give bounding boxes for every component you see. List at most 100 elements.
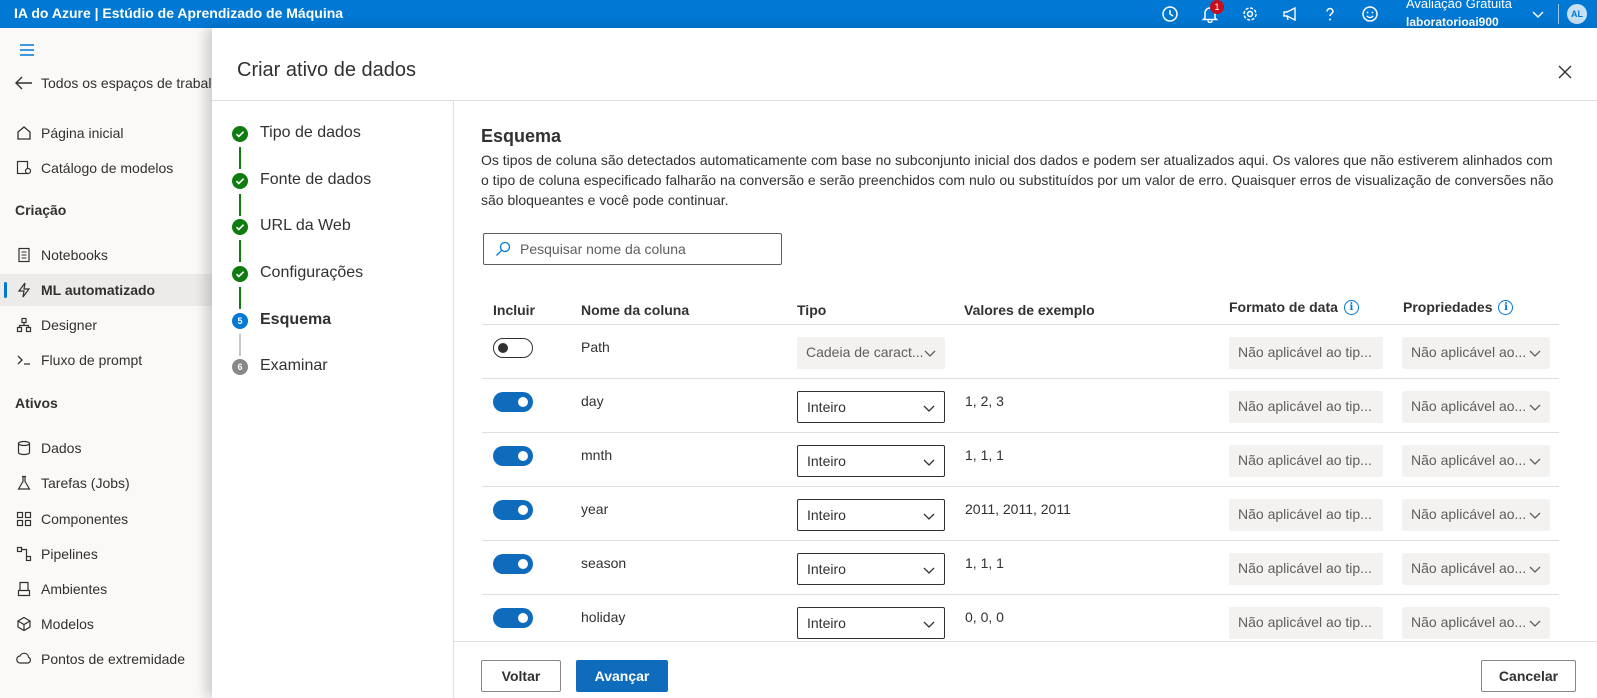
properties-dropdown: Não aplicável ao... (1402, 391, 1550, 423)
schema-title: Esquema (481, 126, 562, 146)
home-icon (15, 124, 33, 142)
step-number: 6 (232, 359, 248, 375)
sample-values: 2011, 2011, 2011 (965, 501, 1071, 517)
info-icon[interactable]: i (1498, 299, 1514, 315)
account-workspace[interactable]: laboratorioai900 (1406, 15, 1499, 29)
properties-value: Não aplicável ao... (1411, 506, 1527, 522)
notification-badge: 1 (1210, 0, 1224, 14)
divider (1558, 4, 1559, 24)
left-nav: Todos os espaços de trabal Página inicia… (0, 28, 212, 698)
nav-item-prompt-flow[interactable]: Fluxo de prompt (0, 344, 212, 376)
nav-item-data[interactable]: Dados (0, 432, 212, 464)
nav-label: Dados (41, 440, 82, 456)
nav-item-designer[interactable]: Designer (0, 309, 212, 341)
nav-item-notebooks[interactable]: Notebooks (0, 239, 212, 271)
clock-icon[interactable] (1160, 4, 1180, 24)
include-toggle[interactable] (493, 500, 533, 520)
type-dropdown[interactable]: Inteiro (797, 553, 945, 585)
nav-item-jobs[interactable]: Tarefas (Jobs) (0, 467, 212, 499)
include-toggle[interactable] (493, 446, 533, 466)
hamburger-menu[interactable] (0, 34, 212, 66)
step-label: Configurações (260, 264, 364, 281)
date-format-dropdown: Não aplicável ao tip... (1229, 445, 1383, 477)
type-dropdown[interactable]: Inteiro (797, 445, 945, 477)
include-toggle[interactable] (493, 392, 533, 412)
column-name: day (581, 393, 604, 409)
nav-item-model-catalog[interactable]: Catálogo de modelos (0, 152, 212, 184)
hamburger-icon[interactable] (18, 41, 36, 59)
include-toggle[interactable] (493, 338, 533, 358)
avatar[interactable]: AL (1567, 4, 1587, 24)
megaphone-icon[interactable] (1280, 4, 1300, 24)
create-data-asset-panel: Criar ativo de dados Tipo de dados Fonte… (212, 28, 1597, 698)
sample-values: 1, 1, 1 (965, 555, 1004, 571)
header-column-name: Nome da coluna (581, 302, 690, 318)
nav-item-components[interactable]: Componentes (0, 503, 212, 535)
step-connector (239, 334, 241, 356)
table-row: season Inteiro 1, 1, 1 Não aplicável ao … (482, 540, 1559, 594)
include-toggle[interactable] (493, 554, 533, 574)
nav-label: Página inicial (41, 125, 124, 141)
panel-footer: Voltar Avançar Cancelar (454, 641, 1597, 698)
close-icon[interactable] (1555, 62, 1575, 82)
date-format-value: Não aplicável ao tip... (1238, 344, 1372, 360)
type-dropdown[interactable]: Inteiro (797, 391, 945, 423)
nav-item-endpoints[interactable]: Pontos de extremidade (0, 643, 212, 675)
nav-item-automated-ml[interactable]: ML automatizado (0, 274, 212, 306)
top-bar: IA do Azure | Estúdio de Aprendizado de … (0, 0, 1597, 29)
nav-item-home[interactable]: Página inicial (0, 117, 212, 149)
data-icon (15, 439, 33, 457)
arrow-left-icon (15, 74, 33, 92)
date-format-value: Não aplicável ao tip... (1238, 614, 1372, 630)
endpoints-icon (15, 650, 33, 668)
sample-values: 1, 2, 3 (965, 393, 1004, 409)
back-button[interactable]: Voltar (481, 660, 561, 692)
header-date-format: Formato de data i (1229, 299, 1359, 315)
sample-values: 0, 0, 0 (965, 609, 1004, 625)
table-row: mnth Inteiro 1, 1, 1 Não aplicável ao ti… (482, 432, 1559, 486)
date-format-dropdown: Não aplicável ao tip... (1229, 337, 1383, 369)
step-number: 5 (232, 313, 248, 329)
help-icon[interactable] (1320, 4, 1340, 24)
type-dropdown[interactable]: Inteiro (797, 499, 945, 531)
chevron-down-icon (922, 455, 936, 472)
components-icon (15, 510, 33, 528)
account-subscription[interactable]: Avaliação Gratuita (1406, 0, 1512, 11)
search-input[interactable] (520, 239, 770, 259)
step-label: Examinar (260, 357, 328, 374)
sample-values: 1, 1, 1 (965, 447, 1004, 463)
smiley-icon[interactable] (1360, 4, 1380, 24)
environments-icon (15, 580, 33, 598)
search-box[interactable] (483, 233, 782, 265)
chevron-down-icon (1528, 346, 1542, 363)
column-name: season (581, 555, 627, 571)
notebook-icon (15, 246, 33, 264)
header-sample-values: Valores de exemplo (964, 302, 1095, 318)
type-dropdown[interactable]: Inteiro (797, 607, 945, 639)
date-format-value: Não aplicável ao tip... (1238, 560, 1372, 576)
nav-label: Pipelines (41, 546, 98, 562)
chevron-down-icon[interactable] (1528, 4, 1548, 24)
step-connector (239, 287, 241, 309)
chevron-down-icon (1528, 400, 1542, 417)
app-title[interactable]: IA do Azure | Estúdio de Aprendizado de … (14, 5, 343, 21)
cancel-button[interactable]: Cancelar (1481, 660, 1576, 692)
nav-item-environments[interactable]: Ambientes (0, 573, 212, 605)
properties-value: Não aplicável ao... (1411, 452, 1527, 468)
chevron-down-icon (1528, 508, 1542, 525)
models-icon (15, 615, 33, 633)
next-button[interactable]: Avançar (576, 660, 668, 692)
nav-label: Ambientes (41, 581, 108, 597)
step-label: Fonte de dados (260, 171, 372, 188)
nav-item-models[interactable]: Modelos (0, 608, 212, 640)
properties-dropdown: Não aplicável ao... (1402, 337, 1550, 369)
back-to-workspaces[interactable]: Todos os espaços de trabal (0, 67, 212, 99)
section-assets: Ativos (15, 395, 58, 411)
chevron-down-icon (1528, 454, 1542, 471)
info-icon[interactable]: i (1343, 299, 1359, 315)
column-name: Path (581, 339, 610, 355)
include-toggle[interactable] (493, 608, 533, 628)
gear-icon[interactable] (1240, 4, 1260, 24)
nav-item-pipelines[interactable]: Pipelines (0, 538, 212, 570)
chevron-down-icon (922, 617, 936, 634)
